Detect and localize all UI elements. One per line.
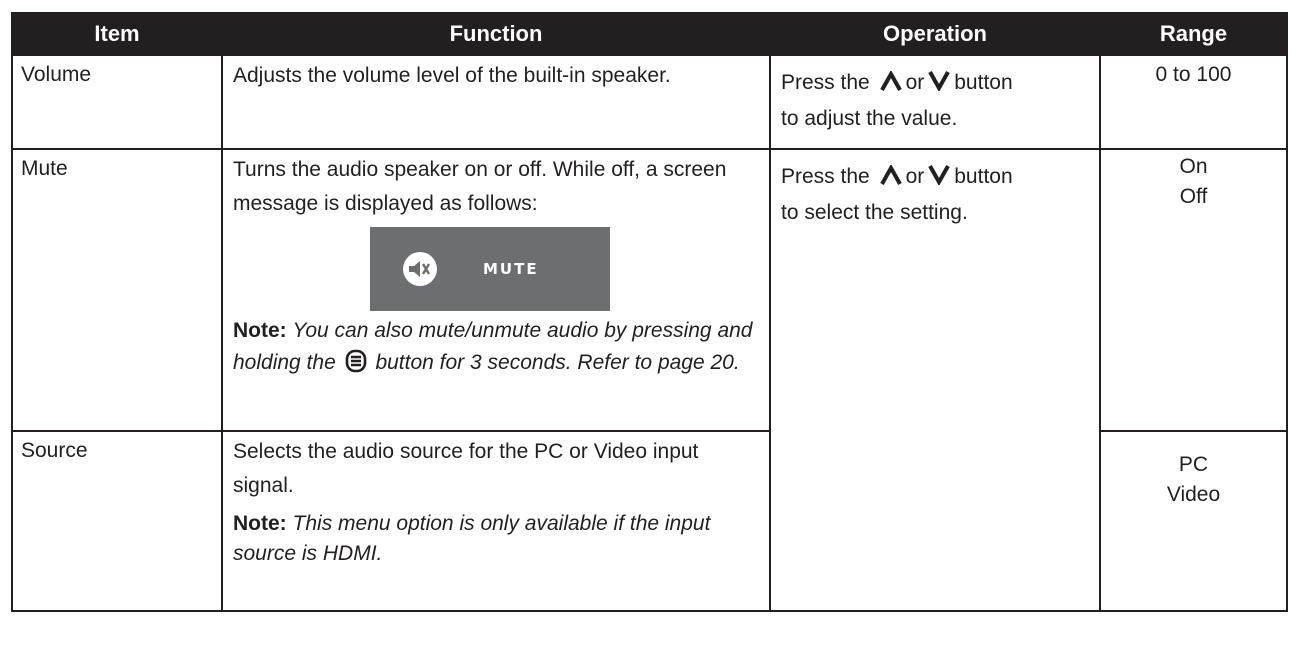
operation-cell-mute-source: Press the or button to select the setting… [769, 148, 1101, 612]
function-cell-mute: Turns the audio speaker on or off. While… [221, 148, 771, 432]
item-cell-volume: Volume [11, 54, 223, 150]
function-text-mute: Turns the audio speaker on or off. While… [233, 158, 727, 215]
range-cell-source: PC Video [1099, 430, 1288, 612]
note-mute: Note: You can also mute/unmute audio by … [233, 315, 759, 383]
range-value-volume: 0 to 100 [1155, 63, 1232, 86]
header-function: Function [221, 12, 771, 56]
up-chevron-icon [879, 162, 902, 196]
range-option-video: Video [1166, 483, 1221, 506]
range-cell-mute: On Off [1099, 148, 1288, 432]
function-text-volume: Adjusts the volume level of the built-in… [233, 64, 671, 87]
note-label: Note: [233, 512, 287, 535]
operation-text-or: or [905, 71, 925, 94]
down-chevron-icon [928, 162, 950, 196]
audio-settings-table: Item Function Operation Range Volume Adj… [11, 12, 1288, 612]
operation-cell-volume: Press the or button to adjust the value. [769, 54, 1101, 150]
range-option-pc: PC [1178, 453, 1209, 476]
operation-text-after: button [954, 71, 1013, 94]
header-operation: Operation [769, 12, 1101, 56]
operation-text-or: or [905, 165, 925, 188]
menu-button-icon [345, 349, 367, 383]
note-text-after: button for 3 seconds. Refer to page 20. [375, 351, 740, 374]
note-source: Note: This menu option is only available… [233, 509, 759, 569]
note-label: Note: [233, 319, 287, 342]
header-row: Item Function Operation Range [11, 12, 1288, 56]
range-cell-volume: 0 to 100 [1099, 54, 1288, 150]
mute-osd-message: MUTE [370, 227, 610, 311]
down-chevron-icon [928, 68, 950, 102]
operation-text-after: button [954, 165, 1013, 188]
function-cell-source: Selects the audio source for the PC or V… [221, 430, 771, 612]
operation-line2-volume: to adjust the value. [781, 107, 958, 130]
header-item: Item [11, 12, 223, 56]
header-range: Range [1099, 12, 1288, 56]
range-option-off: Off [1179, 185, 1208, 208]
item-cell-source: Source [11, 430, 223, 612]
function-cell-volume: Adjusts the volume level of the built-in… [221, 54, 771, 150]
range-option-on: On [1179, 155, 1208, 178]
function-text-source: Selects the audio source for the PC or V… [233, 440, 699, 497]
note-text-source: This menu option is only available if th… [233, 512, 711, 565]
table-row-volume: Volume Adjusts the volume level of the b… [11, 54, 1288, 150]
operation-line2-mute: to select the setting. [781, 201, 968, 224]
operation-text-before: Press the [781, 165, 870, 188]
item-cell-mute: Mute [11, 148, 223, 432]
up-chevron-icon [879, 68, 902, 102]
table-row-mute: Mute Turns the audio speaker on or off. … [11, 148, 1288, 612]
osd-mute-label: MUTE [483, 260, 539, 278]
operation-text-before: Press the [781, 71, 870, 94]
speaker-mute-icon [403, 252, 437, 286]
